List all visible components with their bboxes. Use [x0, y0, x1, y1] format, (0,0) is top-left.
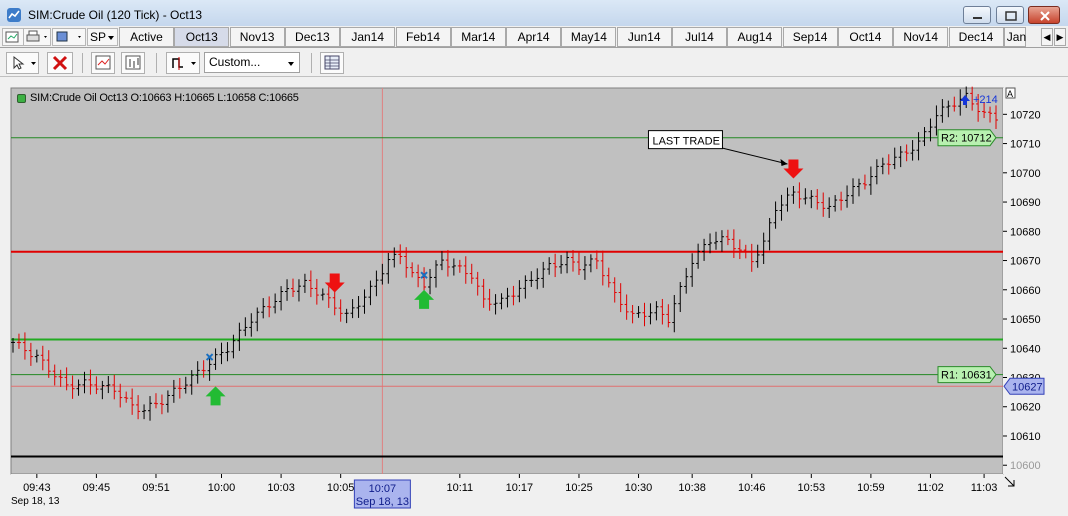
y-tick-label: 10610 — [1010, 431, 1041, 443]
x-tick-label: 09:43 — [23, 482, 51, 494]
auto-scale-icon: A — [1007, 89, 1013, 99]
chart-plot-area[interactable] — [10, 87, 1004, 475]
y-tick-label: 10600 — [1010, 460, 1041, 472]
x-tick-label: 10:00 — [208, 482, 236, 494]
x-tick-label: 10:03 — [267, 482, 295, 494]
open-value: 10663 — [141, 92, 172, 104]
crosshair-time: 10:07 — [369, 483, 397, 495]
high-value: 10665 — [184, 92, 215, 104]
annotation-text: LAST TRADE — [652, 136, 719, 148]
x-tick-label: 10:17 — [506, 482, 534, 494]
low-value: 10658 — [226, 92, 256, 104]
series-status-icon — [17, 94, 26, 103]
x-tick-label: 10:46 — [738, 482, 766, 494]
x-tick-label: 10:25 — [565, 482, 593, 494]
x-tick-label: 10:05 — [327, 482, 355, 494]
x-tick-label: 10:53 — [798, 482, 826, 494]
last-price-label: 10627 — [1012, 381, 1043, 393]
y-tick-label: 10700 — [1010, 168, 1041, 180]
y-tick-label: 10650 — [1010, 314, 1041, 326]
pnl-value: +214 — [973, 94, 998, 106]
open-label: O: — [130, 92, 142, 104]
x-axis-date: Sep 18, 13 — [11, 496, 60, 507]
x-tick-label: 10:38 — [678, 482, 706, 494]
ohlc-readout: SIM:Crude Oil Oct13 O:10663 H:10665 L:10… — [30, 92, 299, 104]
y-tick-label: 10680 — [1010, 226, 1041, 238]
r2-label: R2: 10712 — [941, 133, 992, 145]
crosshair-date: Sep 18, 13 — [356, 496, 409, 508]
high-label: H: — [174, 92, 185, 104]
r1-label: R1: 10631 — [941, 370, 992, 382]
x-tick-label: 10:59 — [857, 482, 885, 494]
x-tick-label: 11:02 — [917, 482, 944, 494]
close-label: C: — [258, 92, 270, 104]
y-tick-label: 10660 — [1010, 285, 1041, 297]
y-tick-label: 10670 — [1010, 256, 1041, 268]
price-chart[interactable]: LAST TRADE 10600106101062010630106401065… — [0, 0, 1068, 516]
x-tick-label: 10:30 — [625, 482, 653, 494]
close-value: 10665 — [269, 92, 299, 104]
y-tick-label: 10720 — [1010, 109, 1041, 121]
x-tick-label: 09:45 — [83, 482, 111, 494]
chart-instrument-label: SIM:Crude Oil Oct13 — [30, 92, 128, 104]
y-tick-label: 10620 — [1010, 402, 1041, 414]
y-tick-label: 10690 — [1010, 197, 1041, 209]
x-tick-label: 09:51 — [142, 482, 170, 494]
resize-corner-icon[interactable] — [1004, 476, 1015, 487]
y-tick-label: 10640 — [1010, 343, 1041, 355]
x-tick-label: 10:11 — [446, 482, 473, 494]
y-tick-label: 10710 — [1010, 139, 1041, 151]
low-label: L: — [217, 92, 227, 104]
x-tick-label: 11:03 — [971, 482, 998, 494]
